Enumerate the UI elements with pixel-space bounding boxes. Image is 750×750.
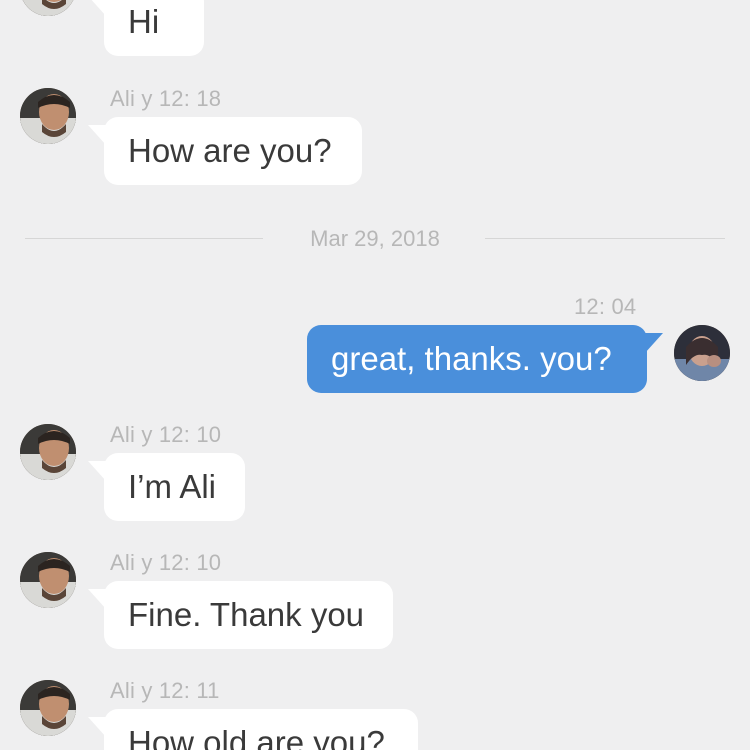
person-avatar-icon <box>20 680 76 736</box>
chat-thread[interactable]: Hi Ali y 12: 18 How are you? Mar 29, 201… <box>0 0 750 750</box>
incoming-message-bubble[interactable]: How old are you? <box>88 709 418 750</box>
contact-avatar[interactable] <box>20 88 76 144</box>
message-text: Fine. Thank you <box>128 596 365 633</box>
person-avatar-icon <box>20 0 76 16</box>
person-avatar-icon <box>20 552 76 608</box>
message-text: I’m Ali <box>128 468 217 505</box>
person-avatar-icon <box>20 88 76 144</box>
message-text: How old are you? <box>128 724 385 750</box>
person-avatar-icon <box>674 325 730 381</box>
incoming-message-bubble[interactable]: Hi <box>88 0 204 56</box>
message-meta: Ali y 12: 10 <box>110 422 222 447</box>
message-meta: 12: 04 <box>574 294 637 319</box>
date-separator: Mar 29, 2018 <box>25 222 725 256</box>
contact-avatar[interactable] <box>20 424 76 480</box>
message-meta: Ali y 12: 18 <box>110 86 222 111</box>
message-text: Hi <box>128 3 160 40</box>
contact-avatar[interactable] <box>20 0 76 16</box>
self-avatar[interactable] <box>674 325 730 381</box>
message-meta: Ali y 12: 10 <box>110 550 222 575</box>
incoming-message-bubble[interactable]: How are you? <box>88 117 362 185</box>
incoming-message-bubble[interactable]: I’m Ali <box>88 453 245 521</box>
message-text: great, thanks. you? <box>331 340 612 377</box>
incoming-message-bubble[interactable]: Fine. Thank you <box>88 581 393 649</box>
message-text: How are you? <box>128 132 332 169</box>
date-label: Mar 29, 2018 <box>310 226 440 251</box>
outgoing-message-bubble[interactable]: great, thanks. you? <box>307 325 663 393</box>
person-avatar-icon <box>20 424 76 480</box>
contact-avatar[interactable] <box>20 552 76 608</box>
contact-avatar[interactable] <box>20 680 76 736</box>
message-meta: Ali y 12: 11 <box>110 678 220 703</box>
